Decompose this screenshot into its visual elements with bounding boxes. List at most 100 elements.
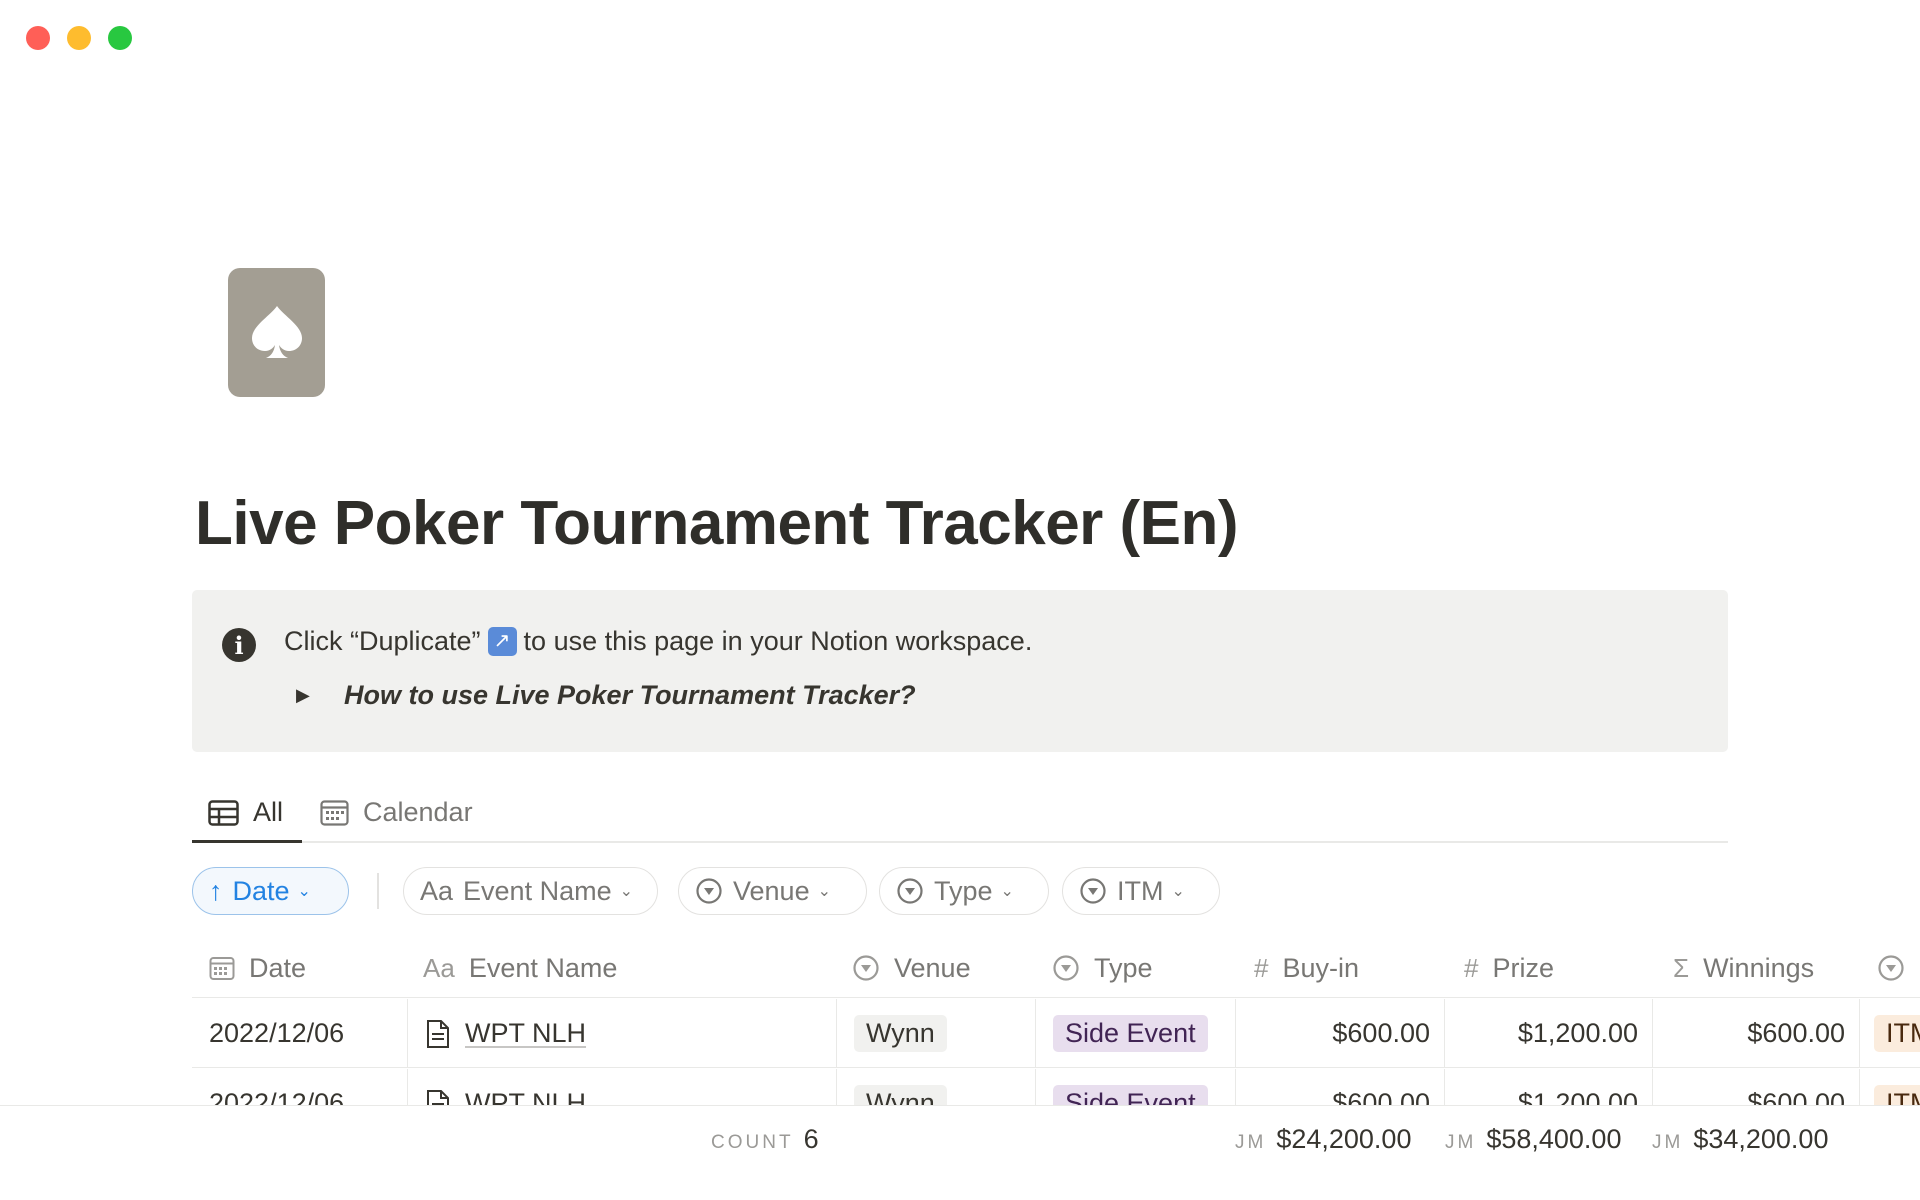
- number-property-icon: #: [1464, 952, 1479, 983]
- sort-divider: [377, 873, 379, 909]
- buyin-total: $24,200.00: [1276, 1124, 1412, 1154]
- tab-all[interactable]: All: [208, 782, 283, 843]
- cell-type[interactable]: Side Event: [1036, 999, 1236, 1068]
- how-to-toggle[interactable]: ▶ How to use Live Poker Tournament Track…: [296, 680, 916, 711]
- tab-calendar-label: Calendar: [363, 797, 473, 827]
- table-footer-calculations: COUNT 6 JM $24,200.00 JM $58,400.00 JM $…: [0, 1105, 1920, 1200]
- number-property-icon: #: [1254, 952, 1269, 983]
- info-icon[interactable]: i: [222, 628, 256, 662]
- text-property-icon: Aa: [420, 875, 454, 906]
- arrow-up-right-icon: ↗: [487, 627, 517, 656]
- cell-type[interactable]: Side Event: [1036, 1069, 1236, 1105]
- itm-tag: ITM: [1874, 1015, 1920, 1052]
- cell-venue[interactable]: Wynn: [837, 1069, 1036, 1105]
- venue-tag: Wynn: [854, 1085, 947, 1105]
- page-icon[interactable]: [228, 268, 325, 397]
- count-calculation[interactable]: COUNT 6: [711, 1124, 819, 1155]
- table-header: Date Aa Event Name Venue Type # Buy-in #…: [192, 938, 1920, 998]
- callout-text: Click “Duplicate” ↗ to use this page in …: [284, 626, 1032, 657]
- cell-winnings[interactable]: $600.00: [1653, 999, 1860, 1068]
- select-property-icon: [852, 954, 880, 982]
- tab-calendar[interactable]: Calendar: [320, 782, 473, 843]
- formula-sigma-icon: Σ: [1673, 952, 1690, 983]
- event-name-link[interactable]: WPT NLH: [465, 1018, 586, 1049]
- type-tag: Side Event: [1053, 1085, 1208, 1105]
- winnings-sum-calculation[interactable]: JM $34,200.00: [1652, 1124, 1828, 1155]
- database-table: Date Aa Event Name Venue Type # Buy-in #…: [192, 938, 1920, 1105]
- column-header-event-name[interactable]: Aa Event Name: [423, 938, 617, 998]
- sort-venue-label: Venue: [733, 875, 810, 906]
- page-title[interactable]: Live Poker Tournament Tracker (En): [195, 488, 1239, 559]
- sort-type-chip[interactable]: Type ⌄: [879, 867, 1049, 915]
- venue-tag: Wynn: [854, 1015, 947, 1052]
- select-property-icon: [1052, 954, 1080, 982]
- column-header-label: Prize: [1492, 952, 1554, 983]
- sort-event-name-chip[interactable]: Aa Event Name ⌄: [403, 867, 658, 915]
- cell-date[interactable]: 2022/12/06: [192, 999, 408, 1068]
- cell-buyin[interactable]: $600.00: [1236, 1069, 1445, 1105]
- cell-itm[interactable]: ITM: [1860, 999, 1920, 1068]
- winnings-total: $34,200.00: [1693, 1124, 1829, 1154]
- prize-sum-calculation[interactable]: JM $58,400.00: [1445, 1124, 1621, 1155]
- select-property-icon: [1877, 954, 1905, 982]
- sort-venue-chip[interactable]: Venue ⌄: [678, 867, 867, 915]
- chevron-down-icon: ⌄: [297, 883, 311, 900]
- column-header-winnings[interactable]: Σ Winnings: [1673, 938, 1814, 998]
- sort-date-chip[interactable]: ↑ Date ⌄: [192, 867, 349, 915]
- cell-date[interactable]: 2022/12/06: [192, 1069, 408, 1105]
- cell-itm[interactable]: ITM: [1860, 1069, 1920, 1105]
- chevron-down-icon: ⌄: [619, 883, 634, 900]
- column-header-label: Buy-in: [1282, 952, 1359, 983]
- toggle-label: How to use Live Poker Tournament Tracker…: [344, 680, 916, 710]
- cell-event-name[interactable]: WPT NLH: [408, 999, 837, 1068]
- cell-event-name[interactable]: WPT NLH: [408, 1069, 837, 1105]
- cell-prize[interactable]: $1,200.00: [1445, 999, 1653, 1068]
- column-header-itm[interactable]: [1877, 938, 1919, 998]
- toggle-triangle-icon[interactable]: ▶: [296, 685, 316, 706]
- spade-icon: [251, 305, 302, 358]
- tab-all-label: All: [253, 797, 284, 827]
- column-header-buyin[interactable]: # Buy-in: [1254, 938, 1359, 998]
- callout-text-after: to use this page in your Notion workspac…: [523, 626, 1033, 656]
- arrow-up-icon: ↑: [209, 875, 223, 906]
- table-row[interactable]: 2022/12/06 WPT NLH Wynn Side Event $600.…: [192, 999, 1920, 1068]
- column-header-label: Winnings: [1703, 952, 1815, 983]
- sum-label: JM: [1652, 1132, 1684, 1153]
- sort-itm-label: ITM: [1117, 875, 1164, 906]
- cell-venue[interactable]: Wynn: [837, 999, 1036, 1068]
- column-header-venue[interactable]: Venue: [852, 938, 971, 998]
- text-property-icon: Aa: [423, 952, 455, 983]
- view-tabs: All Calendar: [192, 782, 1728, 843]
- event-name-link[interactable]: WPT NLH: [465, 1088, 586, 1105]
- cell-buyin[interactable]: $600.00: [1236, 999, 1445, 1068]
- column-header-type[interactable]: Type: [1052, 938, 1153, 998]
- column-header-prize[interactable]: # Prize: [1464, 938, 1554, 998]
- column-header-label: Event Name: [468, 952, 618, 983]
- cell-winnings[interactable]: $600.00: [1653, 1069, 1860, 1105]
- sort-event-name-label: Event Name: [463, 875, 612, 906]
- zoom-window-button[interactable]: [108, 26, 132, 50]
- table-row[interactable]: 2022/12/06 WPT NLH Wynn Side Event $600.…: [192, 1069, 1920, 1105]
- count-value: 6: [803, 1124, 819, 1154]
- document-icon: [425, 1019, 451, 1049]
- cell-prize[interactable]: $1,200.00: [1445, 1069, 1653, 1105]
- calendar-icon: [209, 956, 235, 981]
- chevron-down-icon: ⌄: [1171, 883, 1185, 900]
- itm-tag: ITM: [1874, 1085, 1920, 1105]
- sum-label: JM: [1235, 1132, 1267, 1153]
- sort-itm-chip[interactable]: ITM ⌄: [1062, 867, 1220, 915]
- sum-label: JM: [1445, 1132, 1477, 1153]
- sort-type-label: Type: [934, 875, 993, 906]
- sort-date-label: Date: [232, 875, 290, 906]
- active-tab-indicator: [192, 840, 302, 843]
- select-property-icon: [896, 877, 924, 905]
- document-icon: [425, 1089, 451, 1105]
- table-icon: [208, 799, 239, 826]
- calendar-icon: [320, 799, 349, 826]
- column-header-label: Type: [1094, 952, 1153, 983]
- buyin-sum-calculation[interactable]: JM $24,200.00: [1235, 1124, 1411, 1155]
- minimize-window-button[interactable]: [67, 26, 91, 50]
- column-header-date[interactable]: Date: [209, 938, 306, 998]
- close-window-button[interactable]: [26, 26, 50, 50]
- type-tag: Side Event: [1053, 1015, 1208, 1052]
